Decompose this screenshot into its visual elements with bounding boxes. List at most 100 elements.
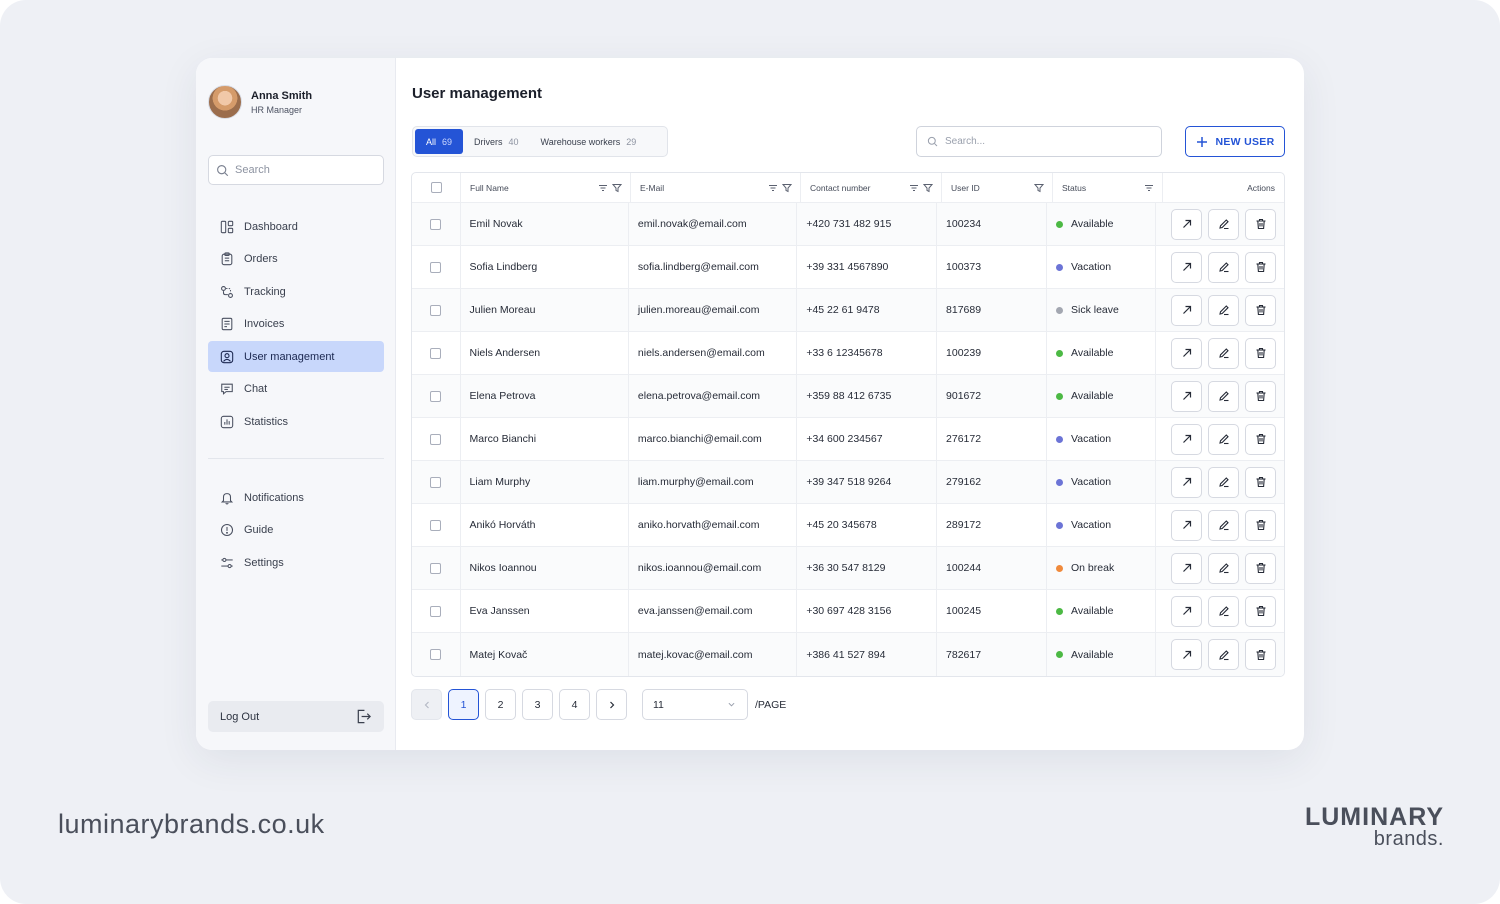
brand-logo: LUMINARY brands. [1305, 804, 1444, 849]
cell-actions [1156, 504, 1284, 546]
page-button-3[interactable]: 3 [522, 689, 553, 720]
edit-user-button[interactable] [1208, 294, 1239, 326]
tab-label: Drivers [474, 136, 503, 147]
row-checkbox[interactable] [430, 562, 442, 574]
delete-user-button[interactable] [1245, 251, 1276, 283]
sidebar-item-orders[interactable]: Orders [208, 244, 384, 275]
row-checkbox[interactable] [430, 347, 442, 359]
select-all-checkbox[interactable] [430, 182, 442, 193]
sidebar-item-settings[interactable]: Settings [208, 547, 384, 578]
sort-icon[interactable] [598, 183, 608, 193]
row-checkbox[interactable] [430, 390, 442, 402]
edit-user-button[interactable] [1208, 423, 1239, 455]
table-row[interactable]: Nikos Ioannou nikos.ioannou@email.com +36 … [412, 547, 1284, 590]
edit-user-button[interactable] [1208, 337, 1239, 369]
row-checkbox[interactable] [430, 261, 442, 273]
open-user-button[interactable] [1171, 423, 1202, 455]
edit-user-button[interactable] [1208, 208, 1239, 240]
open-user-button[interactable] [1171, 595, 1202, 627]
edit-user-button[interactable] [1208, 380, 1239, 412]
cell-status: Sick leave [1047, 289, 1156, 331]
sidebar-item-notifications[interactable]: Notifications [208, 482, 384, 513]
edit-user-button[interactable] [1208, 466, 1239, 498]
sidebar-item-tracking[interactable]: Tracking [208, 276, 384, 307]
filter-icon[interactable] [782, 183, 792, 193]
delete-user-button[interactable] [1245, 423, 1276, 455]
sidebar-item-user-management[interactable]: User management [208, 341, 384, 372]
table-row[interactable]: Niels Andersen niels.andersen@email.com +3… [412, 332, 1284, 375]
row-checkbox[interactable] [430, 218, 442, 230]
new-user-button[interactable]: NEW USER [1185, 126, 1285, 157]
open-user-button[interactable] [1171, 466, 1202, 498]
open-user-button[interactable] [1171, 552, 1202, 584]
user-profile[interactable]: Anna Smith HR Manager [208, 85, 312, 119]
row-checkbox[interactable] [430, 433, 442, 445]
page-button-1[interactable]: 1 [448, 689, 479, 720]
sidebar-item-label: Orders [244, 253, 278, 265]
sidebar-item-dashboard[interactable]: Dashboard [208, 211, 384, 242]
header-full-name: Full Name [461, 173, 631, 202]
table-row[interactable]: Eva Janssen eva.janssen@email.com +30 697 … [412, 590, 1284, 633]
delete-user-button[interactable] [1245, 552, 1276, 584]
delete-user-button[interactable] [1245, 380, 1276, 412]
row-checkbox[interactable] [430, 605, 442, 617]
row-checkbox-cell [412, 590, 461, 632]
delete-user-button[interactable] [1245, 337, 1276, 369]
table-search-input[interactable]: Search... [916, 126, 1162, 157]
tab-drivers[interactable]: Drivers 40 [463, 129, 530, 154]
page-button-4[interactable]: 4 [559, 689, 590, 720]
prev-page-button[interactable] [411, 689, 442, 720]
table-row[interactable]: Matej Kovač matej.kovac@email.com +386 41 … [412, 633, 1284, 676]
delete-user-button[interactable] [1245, 208, 1276, 240]
sidebar-item-statistics[interactable]: Statistics [208, 406, 384, 437]
delete-user-button[interactable] [1245, 466, 1276, 498]
filter-icon[interactable] [923, 183, 933, 193]
table-row[interactable]: Emil Novak emil.novak@email.com +420 731 4… [412, 203, 1284, 246]
filter-icon[interactable] [612, 183, 622, 193]
delete-user-button[interactable] [1245, 509, 1276, 541]
table-row[interactable]: Elena Petrova elena.petrova@email.com +359… [412, 375, 1284, 418]
open-user-button[interactable] [1171, 294, 1202, 326]
delete-user-button[interactable] [1245, 639, 1276, 670]
cell-full-name: Marco Bianchi [461, 418, 629, 460]
edit-user-button[interactable] [1208, 639, 1239, 670]
sidebar-item-invoices[interactable]: Invoices [208, 309, 384, 340]
edit-user-button[interactable] [1208, 509, 1239, 541]
sidebar-item-label: Chat [244, 383, 268, 395]
delete-user-button[interactable] [1245, 294, 1276, 326]
cell-status: Available [1047, 590, 1156, 632]
sidebar-item-guide[interactable]: Guide [208, 515, 384, 546]
edit-user-button[interactable] [1208, 552, 1239, 584]
edit-user-button[interactable] [1208, 251, 1239, 283]
sidebar-search-input[interactable]: Search [208, 155, 384, 185]
table-row[interactable]: Sofia Lindberg sofia.lindberg@email.com +3… [412, 246, 1284, 289]
cell-contact-number: +386 41 527 894 [797, 633, 938, 676]
sort-icon[interactable] [768, 183, 778, 193]
tab-warehouse-workers[interactable]: Warehouse workers 29 [530, 129, 648, 154]
open-user-button[interactable] [1171, 639, 1202, 670]
sort-icon[interactable] [1144, 183, 1154, 193]
row-checkbox[interactable] [430, 649, 442, 660]
tab-all[interactable]: All 69 [415, 129, 464, 154]
open-user-button[interactable] [1171, 208, 1202, 240]
delete-user-button[interactable] [1245, 595, 1276, 627]
sidebar-item-chat[interactable]: Chat [208, 374, 384, 405]
edit-user-button[interactable] [1208, 595, 1239, 627]
per-page-select[interactable]: 11 [642, 689, 748, 720]
page-button-2[interactable]: 2 [485, 689, 516, 720]
row-checkbox[interactable] [430, 519, 442, 531]
open-user-button[interactable] [1171, 380, 1202, 412]
table-row[interactable]: Julien Moreau julien.moreau@email.com +45 … [412, 289, 1284, 332]
logout-button[interactable]: Log Out [208, 701, 384, 732]
table-row[interactable]: Liam Murphy liam.murphy@email.com +39 347 … [412, 461, 1284, 504]
row-checkbox[interactable] [430, 304, 442, 316]
next-page-button[interactable] [596, 689, 627, 720]
open-user-button[interactable] [1171, 337, 1202, 369]
filter-icon[interactable] [1034, 183, 1044, 193]
open-user-button[interactable] [1171, 251, 1202, 283]
row-checkbox[interactable] [430, 476, 442, 488]
open-user-button[interactable] [1171, 509, 1202, 541]
sort-icon[interactable] [909, 183, 919, 193]
table-row[interactable]: Anikó Horváth aniko.horvath@email.com +45 … [412, 504, 1284, 547]
table-row[interactable]: Marco Bianchi marco.bianchi@email.com +34 … [412, 418, 1284, 461]
